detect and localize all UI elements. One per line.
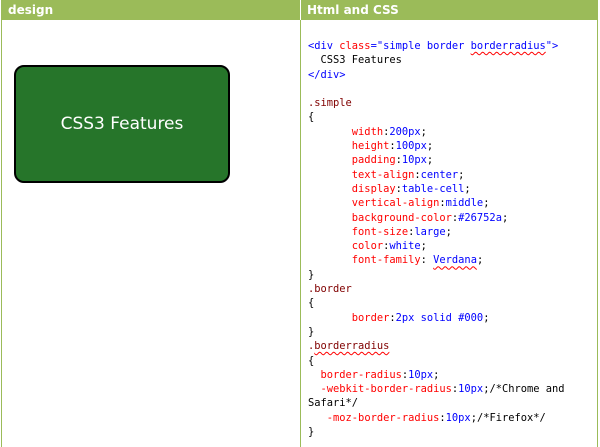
simple-value: 10px <box>401 154 427 167</box>
html-class-value-pre: ="simple border <box>370 40 471 52</box>
br-line3-value: 10px <box>445 411 471 424</box>
header-html-css: Html and CSS <box>307 3 399 17</box>
header-divider <box>300 0 301 20</box>
border-close: } <box>308 325 315 338</box>
simple-value: 100px <box>395 140 427 153</box>
simple-open: { <box>308 111 315 124</box>
css3-demo-box: CSS3 Features <box>14 65 230 183</box>
border-prop: border <box>351 311 390 324</box>
simple-value: white <box>389 240 421 253</box>
simple-selector: .simple <box>308 97 352 110</box>
html-text: CSS3 Features <box>308 54 402 67</box>
html-open-prefix: <div <box>308 40 340 52</box>
border-selector: .border <box>308 283 352 296</box>
br-line2-prop: -webkit-border-radius <box>320 383 452 396</box>
simple-value: table-cell <box>401 182 465 195</box>
br-line1-prop: border-radius <box>320 368 402 381</box>
demo-box-label: CSS3 Features <box>60 114 184 134</box>
comparison-table: design Html and CSS CSS3 Features <div c… <box>1 0 598 447</box>
borderradius-selector-name: borderradius <box>314 340 390 353</box>
simple-close: } <box>308 268 315 281</box>
border-value: 2px solid #000 <box>395 311 484 324</box>
simple-prop: font-family <box>351 254 421 267</box>
br-line2-comment: /*Chrome and <box>489 383 565 396</box>
br-line1-value: 10px <box>408 368 434 381</box>
border-open: { <box>308 297 315 310</box>
br-line2-wrap: Safari*/ <box>308 397 359 410</box>
br-line3-comment: /*Firefox*/ <box>476 411 546 424</box>
simple-value: #26752a <box>458 211 502 224</box>
html-close: </div> <box>308 68 346 81</box>
simple-value: 200px <box>389 125 421 138</box>
simple-prop: background-color <box>351 211 452 224</box>
simple-prop: display <box>351 182 396 195</box>
code-block: <div class="simple border borderradius">… <box>308 40 565 439</box>
br-line3-prop: -moz-border-radius <box>326 411 440 424</box>
borderradius-close: } <box>308 426 315 439</box>
simple-value: Verdana <box>433 254 477 267</box>
simple-value: center <box>420 168 459 181</box>
simple-prop: font-size <box>351 225 409 238</box>
html-class-attr: class <box>339 40 371 52</box>
simple-value: large <box>414 225 446 238</box>
br-line2-value: 10px <box>458 383 484 396</box>
html-class-value-post: "> <box>545 40 559 52</box>
borderradius-open: { <box>308 354 315 367</box>
simple-prop: padding <box>351 154 396 167</box>
simple-prop: text-align <box>351 168 415 181</box>
simple-prop: width <box>351 125 384 138</box>
simple-prop: vertical-align <box>351 197 440 210</box>
html-class-value-squiggle: borderradius <box>470 40 546 52</box>
simple-prop: color <box>351 240 384 253</box>
simple-value: middle <box>445 197 484 210</box>
header-design: design <box>8 3 54 17</box>
simple-prop: height <box>351 140 390 153</box>
